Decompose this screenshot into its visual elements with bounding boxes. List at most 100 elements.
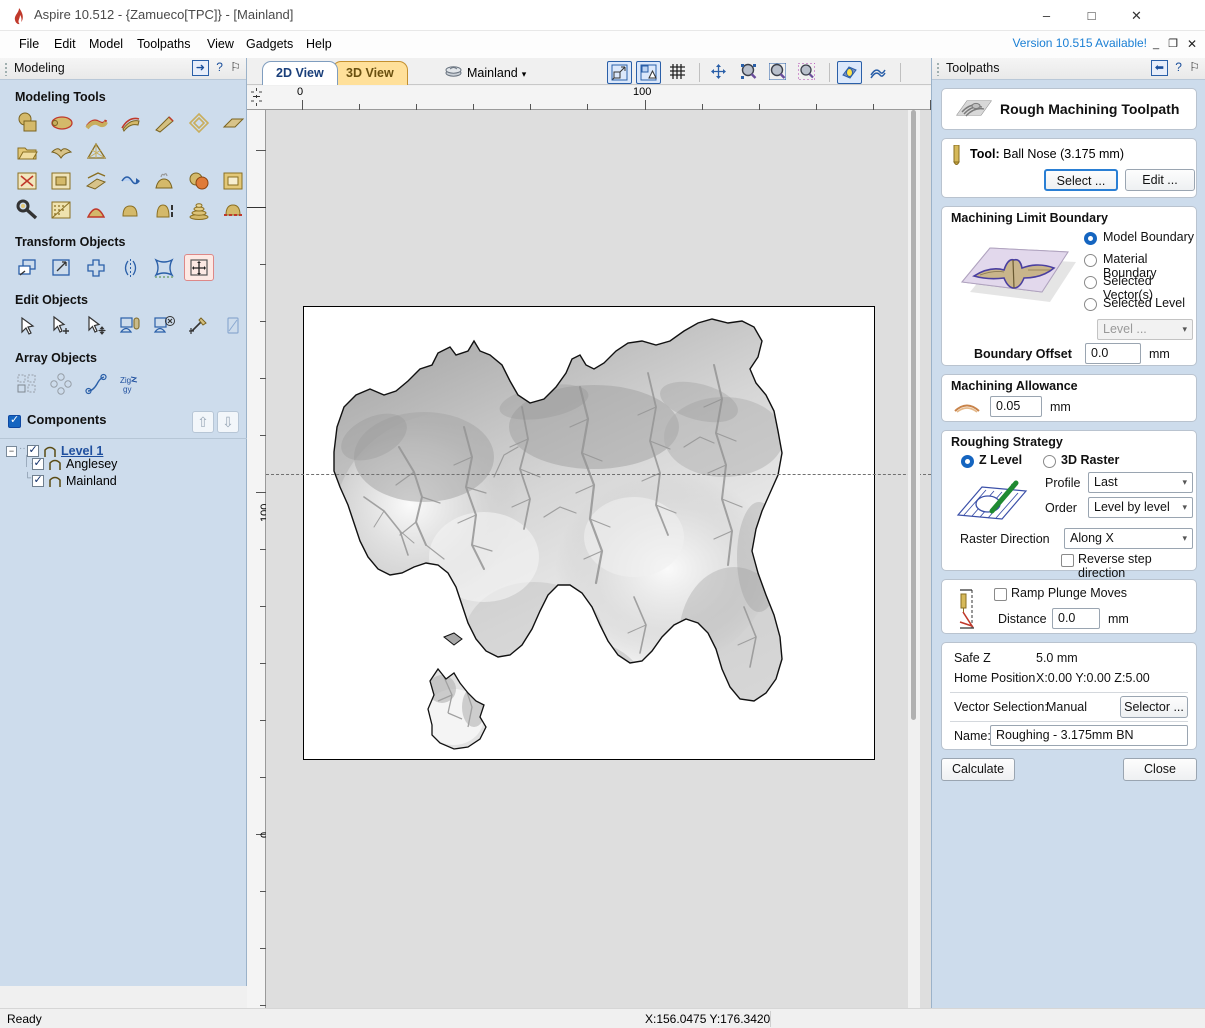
flip-component-icon[interactable] xyxy=(218,312,248,339)
machining-allowance-input[interactable]: 0.05 xyxy=(990,396,1042,417)
menu-edit[interactable]: Edit xyxy=(45,31,85,58)
add-to-selection-icon[interactable] xyxy=(46,312,76,339)
circular-copy-icon[interactable] xyxy=(46,370,76,397)
menu-model[interactable]: Model xyxy=(80,31,132,58)
menu-file[interactable]: File xyxy=(10,31,48,58)
copy-along-curve-icon[interactable] xyxy=(81,370,111,397)
vertical-scroll-thumb[interactable] xyxy=(911,110,916,720)
distort-component-icon[interactable] xyxy=(81,167,111,194)
create-extrusion-icon[interactable] xyxy=(81,109,111,136)
sculpting-icon[interactable] xyxy=(12,196,42,223)
fit-to-object-icon[interactable] xyxy=(183,254,214,281)
pin-icon[interactable]: ⚐ xyxy=(1189,60,1200,74)
pan-view-icon[interactable] xyxy=(707,61,732,84)
selected-vectors-radio[interactable] xyxy=(1084,276,1097,289)
merge-objects-icon[interactable] xyxy=(184,167,214,194)
model-boundary-radio[interactable] xyxy=(1084,232,1097,245)
create-triangle-mesh-icon[interactable] xyxy=(81,138,111,165)
toggle-2d-shading-icon[interactable] xyxy=(837,61,863,84)
fade-component-icon[interactable] xyxy=(46,167,76,194)
align-objects-icon[interactable] xyxy=(81,254,111,281)
distort-object-icon[interactable] xyxy=(149,254,179,281)
measure-icon[interactable] xyxy=(184,312,214,339)
move-component-up-button[interactable]: ⇧ xyxy=(192,411,214,433)
calculate-button[interactable]: Calculate xyxy=(941,758,1015,781)
window-close-button[interactable]: ✕ xyxy=(1114,0,1159,31)
help-icon[interactable]: ? xyxy=(1175,60,1182,74)
bevel-carve-icon[interactable] xyxy=(81,196,111,223)
menu-toolpaths[interactable]: Toolpaths xyxy=(128,31,200,58)
inlay-cap-icon[interactable] xyxy=(218,196,248,223)
tree-row-component[interactable]: └… Mainland xyxy=(0,473,247,490)
create-frame-icon[interactable] xyxy=(218,167,248,194)
window-minimize-button[interactable]: – xyxy=(1024,0,1069,31)
mdi-restore-button[interactable]: ❐ xyxy=(1166,36,1180,52)
tab-3d-view[interactable]: 3D View xyxy=(332,61,408,85)
select-object-icon[interactable] xyxy=(12,312,42,339)
two-rail-sweep-icon[interactable] xyxy=(46,109,76,136)
dome-icon[interactable] xyxy=(115,196,145,223)
boundary-offset-input[interactable]: 0.0 xyxy=(1085,343,1141,364)
window-maximize-button[interactable]: □ xyxy=(1069,0,1114,31)
raster-direction-combo[interactable]: Along X ▾ xyxy=(1064,528,1193,549)
ramp-distance-input[interactable]: 0.0 xyxy=(1052,608,1100,629)
vertical-scrollbar[interactable] xyxy=(908,110,920,1008)
3d-raster-radio[interactable] xyxy=(1043,455,1056,468)
help-icon[interactable]: ? xyxy=(216,60,223,74)
delete-component-icon[interactable] xyxy=(149,312,179,339)
order-combo[interactable]: Level by level ▾ xyxy=(1088,497,1193,518)
version-available-link[interactable]: Version 10.515 Available! xyxy=(1012,36,1147,50)
zoom-out-icon[interactable] xyxy=(766,61,791,84)
tree-row-component[interactable]: │… Anglesey xyxy=(0,456,247,473)
ramp-plunge-label[interactable]: Ramp Plunge Moves xyxy=(1011,586,1127,600)
close-button[interactable]: Close xyxy=(1123,758,1197,781)
pin-icon[interactable]: ⚐ xyxy=(230,60,241,74)
smooth-component-icon[interactable] xyxy=(149,167,179,194)
vertical-ruler[interactable]: 100 0 xyxy=(247,110,271,1008)
select-tool-button[interactable]: Select ... xyxy=(1044,169,1118,191)
ramp-plunge-checkbox[interactable] xyxy=(994,588,1007,601)
selected-level-label[interactable]: Selected Level xyxy=(1103,296,1185,310)
edit-tool-button[interactable]: Edit ... xyxy=(1125,169,1195,191)
scale-object-icon[interactable] xyxy=(46,254,76,281)
spin-profile-icon[interactable] xyxy=(115,109,145,136)
toggle-vectors-icon[interactable] xyxy=(866,61,891,84)
tree-label-anglesey[interactable]: Anglesey xyxy=(66,456,117,472)
block-copy-icon[interactable] xyxy=(12,370,42,397)
deform-along-curve-icon[interactable] xyxy=(115,167,145,194)
zoom-selection-icon[interactable] xyxy=(795,61,820,84)
profile-combo[interactable]: Last ▾ xyxy=(1088,472,1193,493)
menu-gadgets[interactable]: Gadgets xyxy=(237,31,302,58)
texture-area-icon[interactable] xyxy=(46,196,76,223)
mdi-close-button[interactable]: ✕ xyxy=(1185,36,1199,52)
components-visibility-checkbox[interactable] xyxy=(8,413,21,428)
toggle-grid-icon[interactable] xyxy=(666,61,691,84)
selector-button[interactable]: Selector ... xyxy=(1120,696,1188,718)
ruler-origin-corner[interactable] xyxy=(247,86,266,110)
import-component-icon[interactable] xyxy=(12,138,42,165)
z-level-radio[interactable] xyxy=(961,455,974,468)
selected-level-radio[interactable] xyxy=(1084,298,1097,311)
move-selection-icon[interactable] xyxy=(81,312,111,339)
component-properties-icon[interactable] xyxy=(115,312,145,339)
create-shape-icon[interactable] xyxy=(12,109,42,136)
z-level-label[interactable]: Z Level xyxy=(979,453,1022,467)
reverse-step-label[interactable]: Reverse step direction xyxy=(1078,552,1196,580)
weave-icon[interactable] xyxy=(184,109,214,136)
anglesey-visibility-checkbox[interactable] xyxy=(32,456,44,470)
panel-grip-icon[interactable] xyxy=(936,62,940,76)
mirror-objects-icon[interactable] xyxy=(115,254,145,281)
zoom-extents-icon[interactable] xyxy=(636,61,662,84)
zoom-window-icon[interactable] xyxy=(607,61,632,84)
tree-label-mainland[interactable]: Mainland xyxy=(66,473,117,489)
reverse-step-checkbox[interactable] xyxy=(1061,554,1074,567)
material-boundary-radio[interactable] xyxy=(1084,254,1097,267)
layer-selector-dropdown[interactable]: Mainland ▾ xyxy=(445,63,526,83)
nesting-icon[interactable]: Zig gy xyxy=(115,370,145,397)
collapse-panel-icon[interactable]: ⬅ xyxy=(1150,60,1168,76)
mainland-visibility-checkbox[interactable] xyxy=(32,473,44,487)
horizontal-ruler[interactable]: 0 100 xyxy=(265,86,931,110)
clear-component-icon[interactable] xyxy=(12,167,42,194)
split-component-icon[interactable] xyxy=(149,196,179,223)
zoom-in-icon[interactable] xyxy=(737,61,762,84)
